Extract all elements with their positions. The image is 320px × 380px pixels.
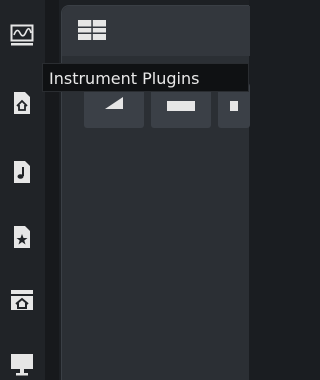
favorites-file-button[interactable] — [7, 222, 37, 252]
instrument-plugins-button[interactable] — [7, 88, 37, 118]
instrument-plugins-icon — [14, 92, 30, 114]
panel-header — [62, 6, 250, 56]
plugin-browser-window: Instrument Plugins — [0, 0, 250, 380]
left-icon-rail — [0, 0, 45, 380]
audio-file-button[interactable] — [7, 157, 37, 187]
grid-view-button[interactable] — [75, 17, 109, 43]
waveform-monitor-button[interactable] — [7, 20, 37, 50]
rectangle-icon — [167, 101, 195, 111]
computer-button[interactable] — [7, 350, 37, 380]
waveform-monitor-icon — [10, 24, 34, 46]
home-folder-icon — [11, 290, 33, 310]
audio-file-icon — [14, 161, 30, 183]
play-icon — [105, 97, 123, 109]
home-folder-button[interactable] — [7, 285, 37, 315]
instrument-plugins-tooltip: Instrument Plugins — [42, 63, 249, 92]
tool-icon — [230, 101, 238, 111]
grid-view-icon — [78, 20, 106, 40]
plugin-list-panel — [61, 5, 250, 380]
computer-icon — [11, 354, 33, 376]
favorites-file-icon — [14, 226, 30, 248]
rail-divider — [45, 0, 59, 380]
